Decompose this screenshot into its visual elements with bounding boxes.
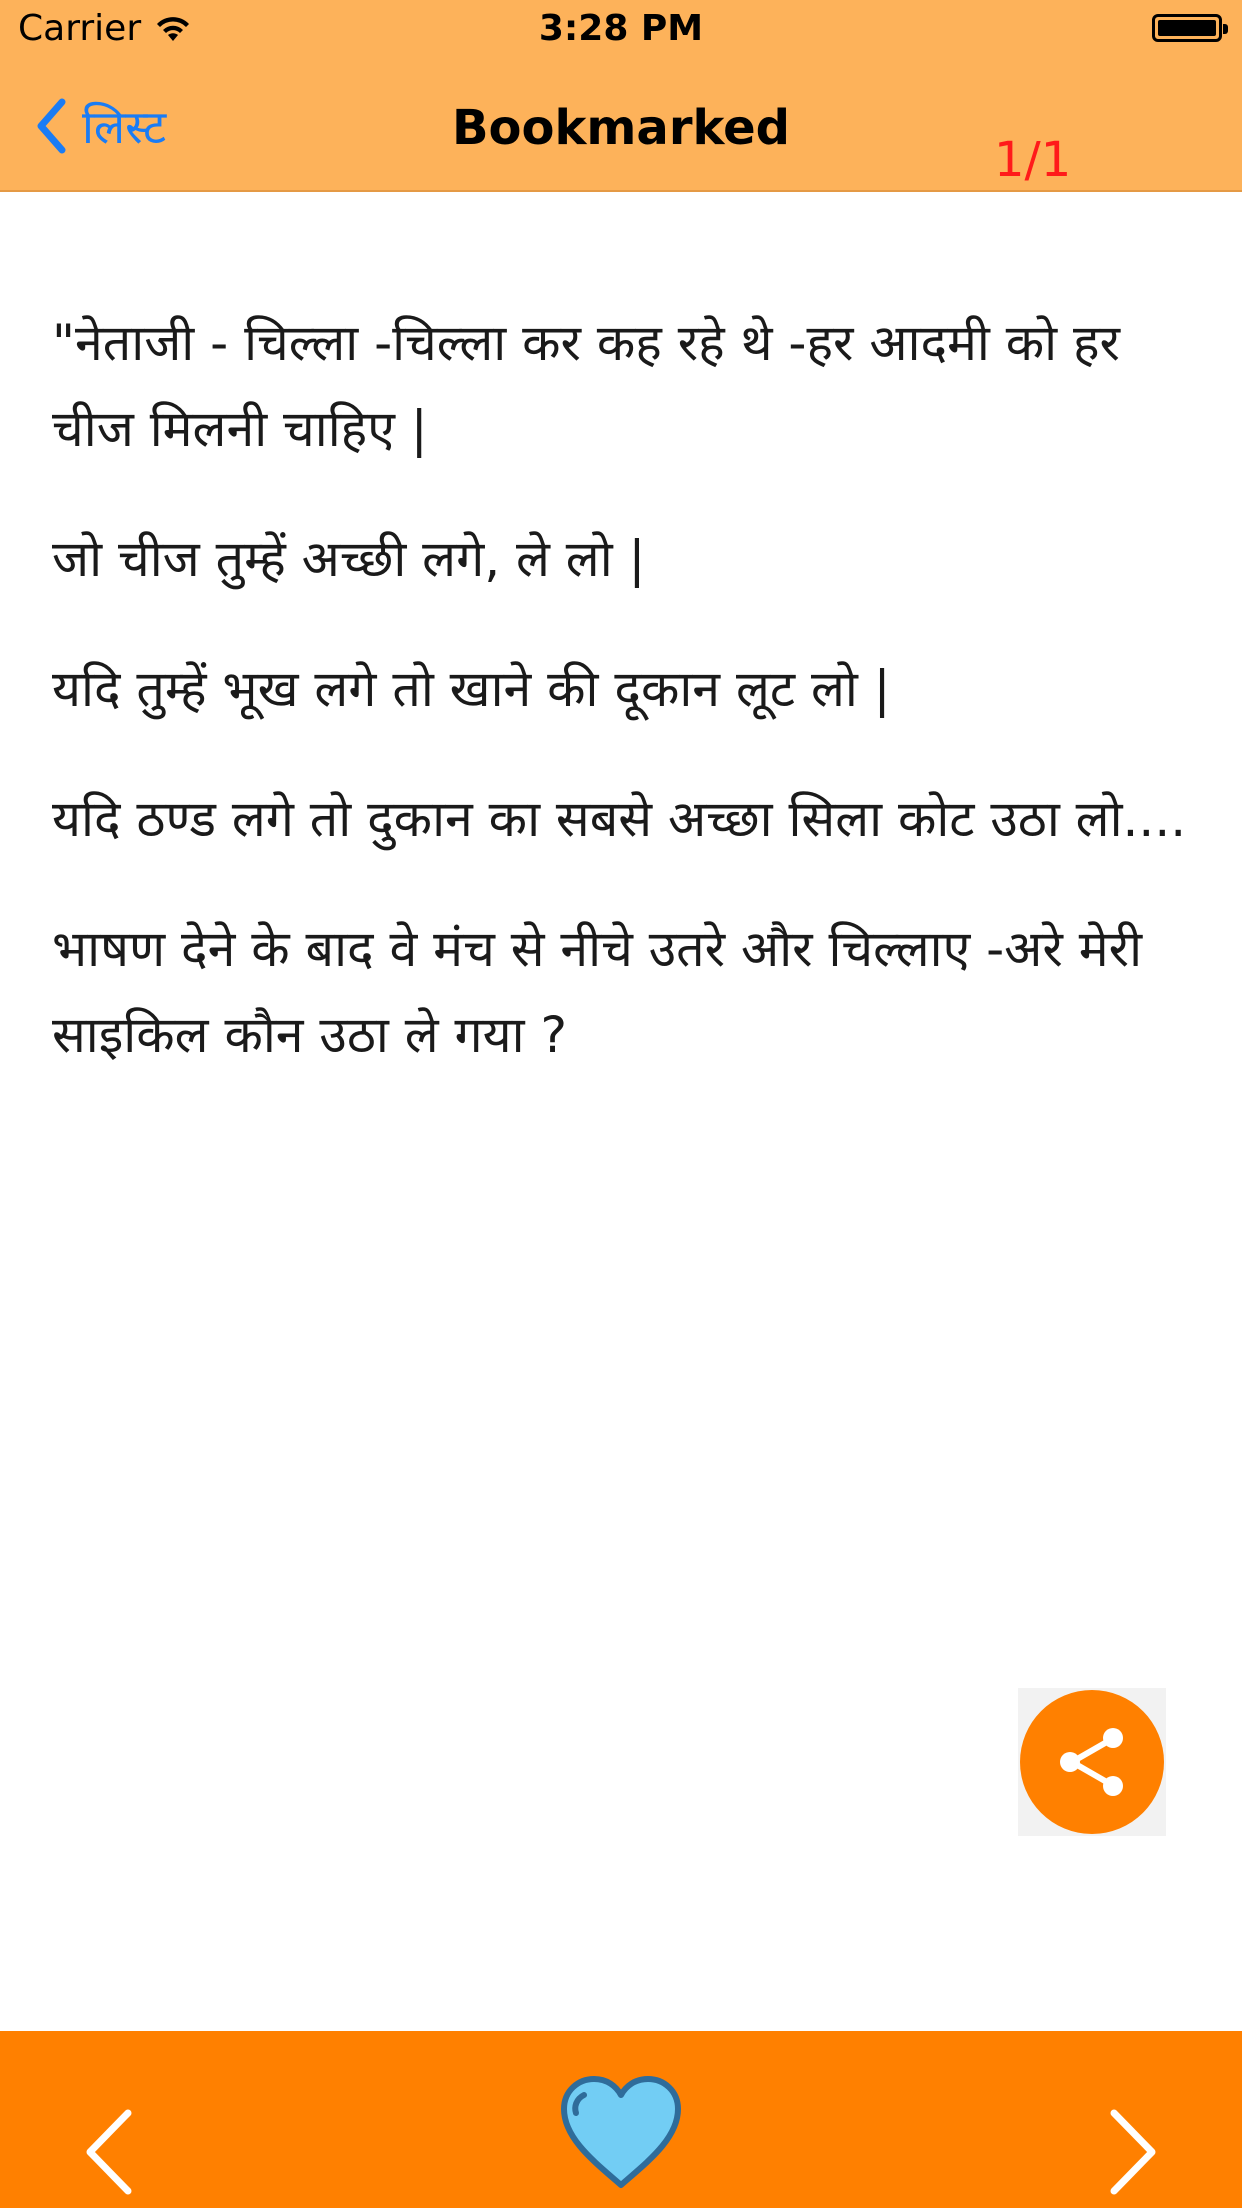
screen: Carrier 3:28 PM लिस्ट Bookmarked 1/1 "ने… [0, 0, 1242, 2208]
battery-icon [1152, 14, 1228, 42]
next-button[interactable] [1102, 2107, 1162, 2197]
previous-button[interactable] [80, 2107, 140, 2197]
share-icon [1060, 1728, 1123, 1796]
content-paragraph: "नेताजी - चिल्ला -चिल्ला कर कह रहे थे -ह… [52, 314, 1121, 458]
share-button-circle [1020, 1690, 1164, 1834]
heart-icon [561, 2076, 681, 2188]
chevron-right-icon [1110, 2109, 1156, 2195]
content-paragraph: यदि तुम्हें भूख लगे तो खाने की दूकान लूट… [52, 660, 891, 718]
share-button[interactable] [1018, 1688, 1166, 1836]
joke-content: "नेताजी - चिल्ला -चिल्ला कर कह रहे थे -ह… [52, 300, 1192, 1122]
chevron-left-icon [86, 2109, 132, 2195]
bottom-toolbar [0, 2031, 1242, 2208]
status-time: 3:28 PM [538, 8, 704, 49]
top-bar: Carrier 3:28 PM लिस्ट Bookmarked 1/1 [0, 0, 1242, 192]
favorite-button[interactable] [556, 2073, 686, 2193]
content-paragraph: भाषण देने के बाद वे मंच से नीचे उतरे और … [52, 920, 1143, 1064]
status-bar: Carrier 3:28 PM [0, 0, 1242, 60]
page-counter: 1/1 [994, 132, 1072, 188]
content-paragraph: यदि ठण्ड लगे तो दुकान का सबसे अच्छा सिला… [52, 790, 1187, 848]
navigation-bar: लिस्ट Bookmarked 1/1 [0, 60, 1242, 190]
content-paragraph: जो चीज तुम्हें अच्छी लगे, ले लो | [52, 530, 646, 588]
